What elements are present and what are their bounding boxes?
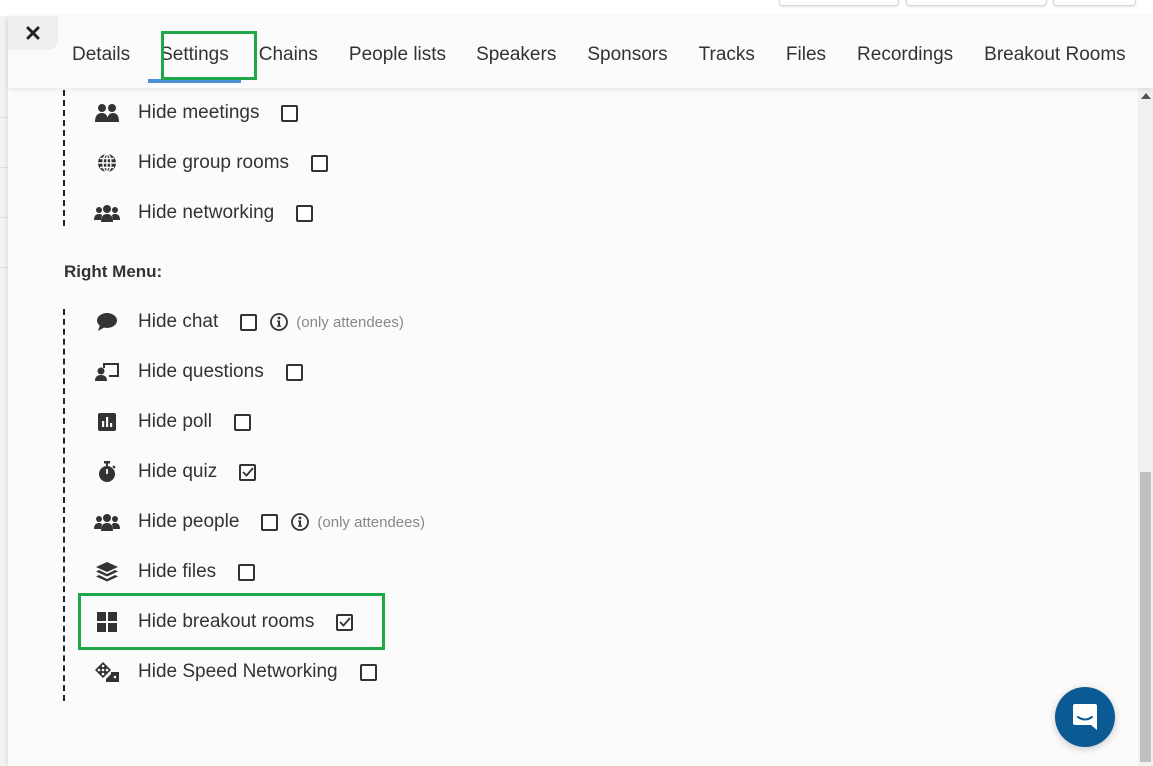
- background-page-edge: [0, 16, 8, 766]
- option-label: Hide chat: [138, 311, 219, 332]
- hide-people-checkbox[interactable]: [261, 513, 279, 531]
- only-attendees-note: (only attendees): [317, 513, 425, 531]
- option-hide-breakout-rooms: Hide breakout rooms: [94, 608, 354, 636]
- tab-settings[interactable]: Settings: [148, 42, 241, 83]
- checkmark-icon: [339, 617, 351, 627]
- tab-tracks[interactable]: Tracks: [699, 42, 755, 68]
- checkmark-icon: [242, 467, 254, 477]
- modal-header: Details Settings Chains People lists Spe…: [8, 16, 1153, 88]
- hide-quiz-checkbox[interactable]: [239, 463, 257, 481]
- only-attendees-note: (only attendees): [296, 313, 404, 331]
- chat-icon: [1073, 704, 1097, 730]
- info-icon[interactable]: [291, 513, 310, 531]
- tab-recordings[interactable]: Recordings: [857, 42, 953, 68]
- vertical-scrollbar[interactable]: [1138, 88, 1153, 766]
- user-group-icon: [94, 511, 120, 533]
- option-label: Hide questions: [138, 361, 264, 382]
- hide-group-rooms-checkbox[interactable]: [311, 154, 329, 172]
- option-label: Hide breakout rooms: [138, 611, 315, 632]
- tab-breakout-rooms[interactable]: Breakout Rooms: [984, 42, 1126, 68]
- info-icon[interactable]: [270, 313, 289, 331]
- top-button-1[interactable]: [779, 0, 899, 6]
- globe-icon: [94, 152, 120, 174]
- hide-poll-checkbox[interactable]: [233, 413, 251, 431]
- option-hide-questions: Hide questions: [94, 358, 303, 386]
- dice-icon: [94, 661, 120, 683]
- chalkboard-user-icon: [94, 361, 120, 383]
- settings-content: Hide meetings Hide group rooms Hide netw…: [8, 88, 1138, 766]
- tab-speakers[interactable]: Speakers: [476, 42, 556, 68]
- option-label: Hide group rooms: [138, 152, 290, 173]
- tab-files[interactable]: Files: [786, 42, 826, 68]
- chat-launcher-button[interactable]: [1055, 687, 1115, 747]
- scroll-up-arrow-icon[interactable]: [1141, 93, 1151, 99]
- poll-icon: [94, 411, 120, 433]
- option-hide-meetings: Hide meetings: [94, 99, 299, 127]
- tab-sponsors[interactable]: Sponsors: [587, 42, 667, 68]
- comment-icon: [94, 311, 120, 333]
- top-strip: [0, 0, 1153, 16]
- tab-people-lists[interactable]: People lists: [349, 42, 446, 68]
- option-hide-files: Hide files: [94, 558, 256, 586]
- tab-chains[interactable]: Chains: [259, 42, 318, 68]
- users-icon: [94, 102, 120, 124]
- option-label: Hide Speed Networking: [138, 661, 338, 682]
- hide-speed-networking-checkbox[interactable]: [359, 663, 377, 681]
- grid-icon: [94, 611, 120, 633]
- close-button[interactable]: [8, 16, 58, 50]
- layers-icon: [94, 561, 120, 583]
- user-group-icon: [94, 202, 120, 224]
- hide-meetings-checkbox[interactable]: [281, 104, 299, 122]
- stopwatch-icon: [94, 461, 120, 483]
- right-menu-guide-line: [63, 309, 65, 701]
- hide-questions-checkbox[interactable]: [285, 363, 303, 381]
- close-icon: [26, 26, 40, 40]
- option-hide-chat: Hide chat (only attendees): [94, 308, 404, 336]
- option-label: Hide people: [138, 511, 240, 532]
- right-menu-title: Right Menu:: [64, 262, 163, 281]
- top-button-2[interactable]: [906, 0, 1047, 6]
- hide-breakout-rooms-checkbox[interactable]: [336, 613, 354, 631]
- hide-files-checkbox[interactable]: [238, 563, 256, 581]
- option-hide-speed-networking: Hide Speed Networking: [94, 658, 377, 686]
- option-hide-quiz: Hide quiz: [94, 458, 257, 486]
- option-hide-people: Hide people (only attendees): [94, 508, 425, 536]
- hide-chat-checkbox[interactable]: [240, 313, 258, 331]
- top-button-3[interactable]: [1053, 0, 1136, 6]
- settings-modal: Details Settings Chains People lists Spe…: [8, 16, 1153, 766]
- option-label: Hide quiz: [138, 461, 218, 482]
- option-hide-poll: Hide poll: [94, 408, 251, 436]
- tab-details[interactable]: Details: [72, 42, 130, 68]
- option-label: Hide meetings: [138, 102, 260, 123]
- option-label: Hide networking: [138, 202, 275, 223]
- option-label: Hide poll: [138, 411, 212, 432]
- left-menu-guide-line: [63, 90, 65, 226]
- option-hide-group-rooms: Hide group rooms: [94, 149, 329, 177]
- option-hide-networking: Hide networking: [94, 199, 314, 227]
- scrollbar-thumb[interactable]: [1140, 472, 1151, 762]
- option-label: Hide files: [138, 561, 217, 582]
- hide-networking-checkbox[interactable]: [296, 204, 314, 222]
- tab-bar: Details Settings Chains People lists Spe…: [72, 42, 1126, 83]
